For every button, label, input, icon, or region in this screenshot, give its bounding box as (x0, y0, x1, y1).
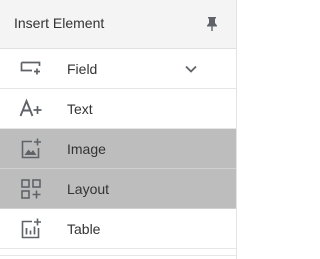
item-label-layout: Layout (67, 181, 110, 197)
insert-element-panel: Insert Element Field Text Image Layout T… (0, 0, 237, 259)
insert-item-table[interactable]: Table (0, 209, 236, 249)
text-icon (19, 98, 42, 117)
field-icon (20, 61, 41, 75)
add-chart-table-icon (21, 218, 41, 239)
item-label-text: Text (67, 101, 93, 117)
chevron-down-icon[interactable] (183, 61, 199, 77)
insert-item-image[interactable]: Image (0, 129, 236, 169)
divider (0, 255, 236, 256)
pin-icon[interactable] (205, 16, 219, 32)
panel-header: Insert Element (0, 0, 236, 49)
item-label-field: Field (67, 61, 98, 77)
panel-title: Insert Element (14, 15, 105, 31)
item-label-table: Table (67, 221, 101, 237)
add-image-icon (21, 138, 41, 159)
insert-item-text[interactable]: Text (0, 89, 236, 129)
item-label-image: Image (67, 141, 106, 157)
insert-item-field[interactable]: Field (0, 49, 236, 89)
layout-icon (21, 179, 41, 199)
insert-item-layout[interactable]: Layout (0, 169, 236, 209)
